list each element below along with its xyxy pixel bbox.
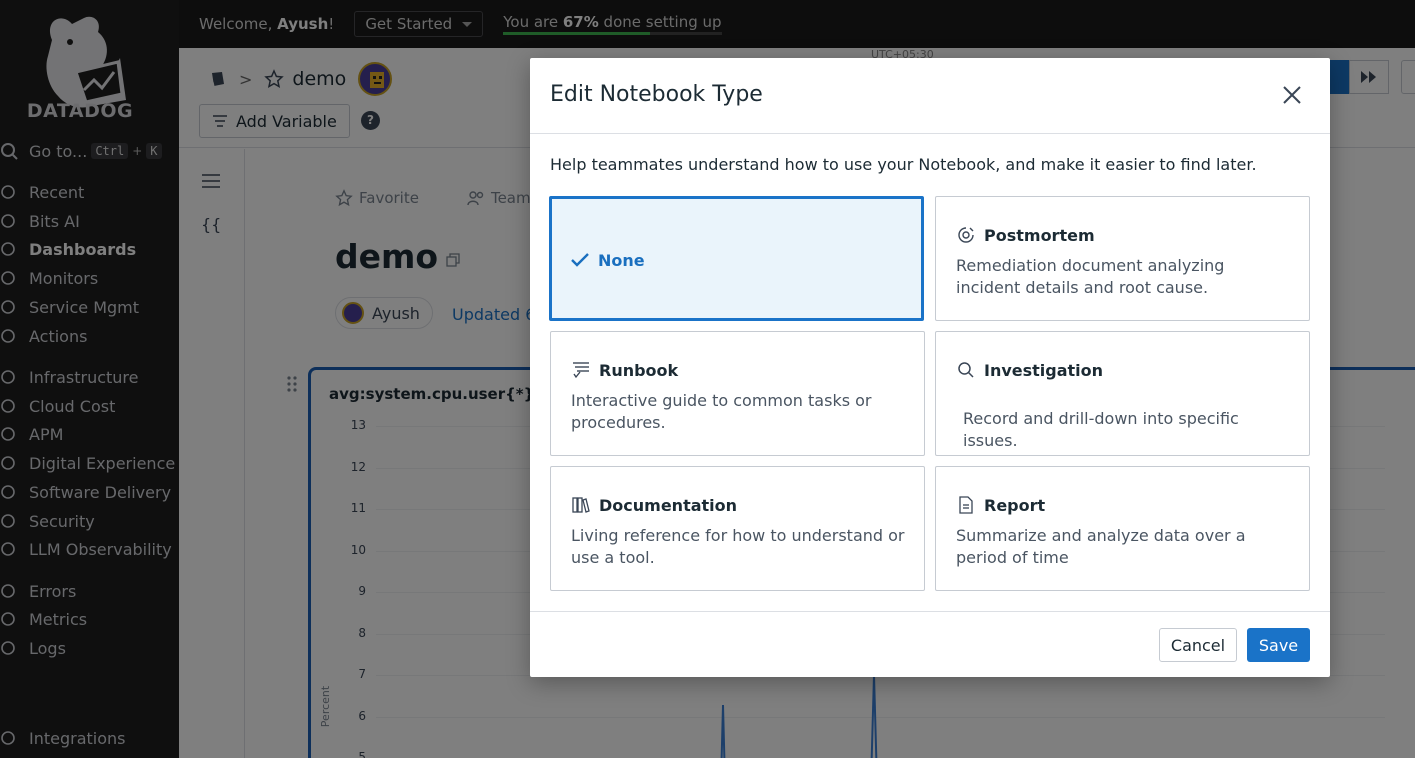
option-description: Summarize and analyze data over a period…	[956, 526, 1246, 567]
modal-description: Help teammates understand how to use you…	[550, 155, 1257, 174]
option-label: Postmortem	[984, 225, 1095, 245]
save-button[interactable]: Save	[1247, 628, 1310, 662]
books-icon	[571, 495, 591, 515]
option-postmortem[interactable]: Postmortem Remediation document analyzin…	[935, 196, 1310, 321]
option-label: None	[598, 250, 645, 270]
edit-notebook-type-modal: Edit Notebook Type Help teammates unders…	[530, 58, 1330, 677]
option-description: Record and drill-down into specific issu…	[963, 409, 1239, 450]
postmortem-icon	[956, 225, 976, 245]
modal-header: Edit Notebook Type	[530, 58, 1330, 134]
option-label: Report	[984, 495, 1046, 515]
check-icon	[570, 250, 590, 270]
option-description: Remediation document analyzing incident …	[956, 256, 1225, 297]
modal-footer: Cancel Save	[530, 611, 1330, 677]
option-runbook[interactable]: Runbook Interactive guide to common task…	[550, 331, 925, 456]
search-icon	[956, 360, 976, 380]
report-icon	[956, 495, 976, 515]
option-label: Documentation	[599, 495, 738, 515]
option-description: Living reference for how to understand o…	[571, 526, 905, 567]
option-label: Investigation	[984, 360, 1104, 380]
runbook-icon	[571, 360, 591, 380]
modal-title: Edit Notebook Type	[550, 82, 763, 107]
close-icon[interactable]	[1280, 83, 1304, 107]
option-description: Interactive guide to common tasks or pro…	[571, 391, 872, 432]
option-label: Runbook	[599, 360, 679, 380]
option-documentation[interactable]: Documentation Living reference for how t…	[550, 466, 925, 591]
option-investigation[interactable]: Investigation Record and drill-down into…	[935, 331, 1310, 456]
option-report[interactable]: Report Summarize and analyze data over a…	[935, 466, 1310, 591]
option-none[interactable]: None	[549, 196, 924, 321]
cancel-button[interactable]: Cancel	[1159, 628, 1237, 662]
